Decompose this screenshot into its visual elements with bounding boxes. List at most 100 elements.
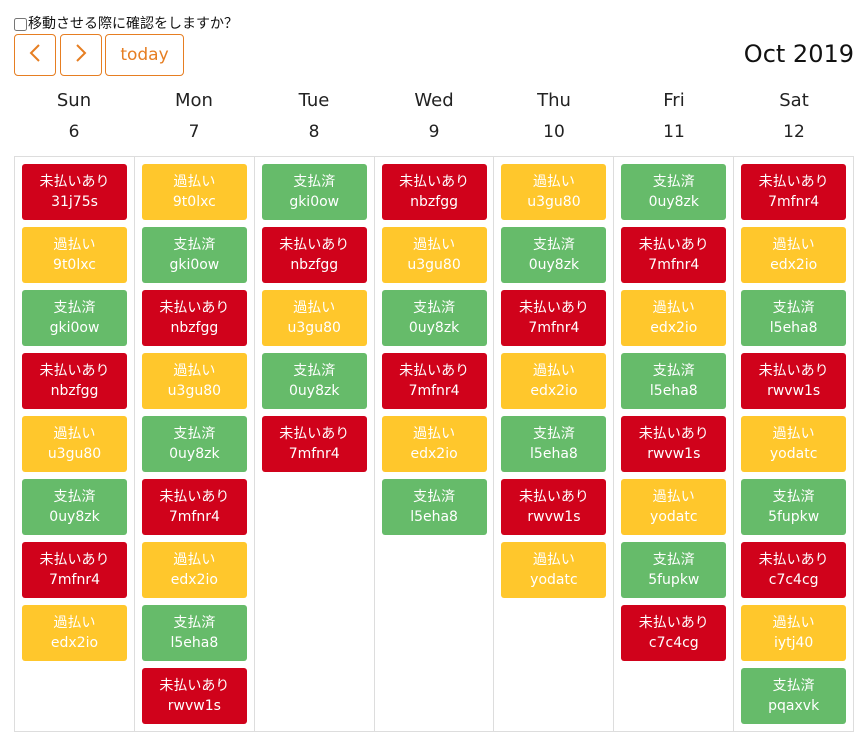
- calendar-event[interactable]: 未払いあり 7mfnr4: [381, 353, 487, 409]
- calendar-event[interactable]: 支払済 gki0ow: [141, 227, 247, 283]
- event-status: 未払いあり: [518, 489, 589, 505]
- day-column[interactable]: 未払いあり 31j75s 過払い 9t0lxc 支払済 gki0ow 未払いあり nbzfgg…: [15, 157, 135, 731]
- calendar-title: Oct 2019: [743, 40, 854, 68]
- day-of-week-label: Thu: [537, 90, 571, 111]
- calendar-event[interactable]: 過払い u3gu80: [141, 353, 247, 409]
- day-column[interactable]: 支払済 gki0ow 未払いあり nbzfgg 過払い u3gu80 支払済 0uy8zk 未払…: [255, 157, 375, 731]
- calendar-event[interactable]: 支払済 l5eha8: [381, 479, 487, 535]
- event-status: 過払い: [53, 615, 96, 631]
- event-status: 未払いあり: [518, 300, 589, 316]
- event-status: 過払い: [532, 552, 575, 568]
- calendar-event[interactable]: 過払い u3gu80: [381, 227, 487, 283]
- event-id: nbzfgg: [170, 320, 219, 336]
- event-id: edx2io: [650, 320, 698, 336]
- day-column[interactable]: 過払い u3gu80 支払済 0uy8zk 未払いあり 7mfnr4 過払い edx2io 支払…: [494, 157, 615, 731]
- event-id: 0uy8zk: [289, 383, 340, 399]
- event-status: 未払いあり: [399, 174, 470, 190]
- calendar-event[interactable]: 未払いあり rwvw1s: [621, 416, 727, 472]
- calendar-event[interactable]: 過払い edx2io: [621, 290, 727, 346]
- calendar-event[interactable]: 支払済 0uy8zk: [501, 227, 607, 283]
- event-status: 支払済: [293, 363, 336, 379]
- day-column[interactable]: 過払い 9t0lxc 支払済 gki0ow 未払いあり nbzfgg 過払い u3gu80 支払…: [135, 157, 255, 731]
- calendar-event[interactable]: 過払い edx2io: [141, 542, 247, 598]
- event-id: gki0ow: [49, 320, 100, 336]
- calendar-event[interactable]: 過払い u3gu80: [261, 290, 367, 346]
- event-status: 過払い: [173, 174, 216, 190]
- calendar-event[interactable]: 未払いあり 7mfnr4: [22, 542, 127, 598]
- calendar-event[interactable]: 支払済 l5eha8: [741, 290, 847, 346]
- event-id: l5eha8: [410, 509, 458, 525]
- calendar-event[interactable]: 未払いあり rwvw1s: [741, 353, 847, 409]
- day-column[interactable]: 未払いあり 7mfnr4 過払い edx2io 支払済 l5eha8 未払いあり rwvw1s…: [734, 157, 854, 731]
- calendar-event[interactable]: 過払い yodatc: [741, 416, 847, 472]
- event-id: edx2io: [50, 635, 99, 651]
- day-header: Tue 8: [254, 86, 374, 146]
- day-column[interactable]: 支払済 0uy8zk 未払いあり 7mfnr4 過払い edx2io 支払済 l5eha8 未払…: [614, 157, 735, 731]
- day-column[interactable]: 未払いあり nbzfgg 過払い u3gu80 支払済 0uy8zk 未払いあり 7mfnr4…: [375, 157, 495, 731]
- event-status: 過払い: [532, 363, 575, 379]
- event-id: c7c4cg: [768, 572, 819, 588]
- calendar-event[interactable]: 未払いあり 7mfnr4: [621, 227, 727, 283]
- calendar-event[interactable]: 支払済 pqaxvk: [741, 668, 847, 724]
- calendar-event[interactable]: 過払い 9t0lxc: [22, 227, 127, 283]
- confirm-move-option[interactable]: 移動させる際に確認をしますか？: [14, 14, 238, 34]
- calendar-event[interactable]: 支払済 gki0ow: [22, 290, 127, 346]
- calendar-event[interactable]: 未払いあり nbzfgg: [22, 353, 127, 409]
- event-status: 未払いあり: [159, 489, 230, 505]
- day-of-week-label: Sun: [56, 90, 92, 111]
- calendar-event[interactable]: 支払済 5fupkw: [621, 542, 727, 598]
- calendar-event[interactable]: 未払いあり rwvw1s: [501, 479, 607, 535]
- calendar-event[interactable]: 過払い yodatc: [501, 542, 607, 598]
- event-status: 支払済: [173, 426, 216, 442]
- calendar-event[interactable]: 未払いあり 7mfnr4: [501, 290, 607, 346]
- calendar-event[interactable]: 支払済 0uy8zk: [22, 479, 127, 535]
- event-id: l5eha8: [649, 383, 698, 399]
- event-id: l5eha8: [170, 635, 219, 651]
- calendar-event[interactable]: 未払いあり nbzfgg: [381, 164, 487, 220]
- calendar-event[interactable]: 過払い u3gu80: [22, 416, 127, 472]
- calendar-event[interactable]: 未払いあり 7mfnr4: [141, 479, 247, 535]
- calendar-event[interactable]: 未払いあり 7mfnr4: [261, 416, 367, 472]
- calendar-event[interactable]: 支払済 0uy8zk: [261, 353, 367, 409]
- event-id: edx2io: [530, 383, 578, 399]
- calendar-event[interactable]: 過払い iytj40: [741, 605, 847, 661]
- calendar-event[interactable]: 支払済 l5eha8: [621, 353, 727, 409]
- event-id: 0uy8zk: [408, 320, 460, 336]
- calendar-event[interactable]: 支払済 l5eha8: [501, 416, 607, 472]
- calendar-event[interactable]: 支払済 0uy8zk: [381, 290, 487, 346]
- prev-week-button[interactable]: [14, 34, 56, 76]
- event-id: u3gu80: [47, 446, 102, 462]
- event-status: 支払済: [652, 363, 695, 379]
- calendar-event[interactable]: 未払いあり nbzfgg: [141, 290, 247, 346]
- day-header: Mon 7: [134, 86, 254, 146]
- calendar-event[interactable]: 過払い 9t0lxc: [141, 164, 247, 220]
- next-week-button[interactable]: [60, 34, 102, 76]
- event-status: 支払済: [173, 615, 216, 631]
- calendar-event[interactable]: 過払い edx2io: [22, 605, 127, 661]
- calendar-event[interactable]: 支払済 0uy8zk: [141, 416, 247, 472]
- calendar-event[interactable]: 過払い u3gu80: [501, 164, 607, 220]
- calendar-event[interactable]: 支払済 0uy8zk: [621, 164, 727, 220]
- confirm-move-checkbox[interactable]: [14, 17, 27, 31]
- event-status: 過払い: [53, 426, 96, 442]
- calendar-event[interactable]: 未払いあり 7mfnr4: [741, 164, 847, 220]
- calendar-event[interactable]: 支払済 gki0ow: [261, 164, 367, 220]
- today-button[interactable]: today: [105, 34, 184, 76]
- day-of-week-label: Tue: [298, 90, 330, 111]
- day-header: Wed 9: [374, 86, 494, 146]
- day-header: Fri 11: [614, 86, 734, 146]
- calendar-event[interactable]: 過払い edx2io: [381, 416, 487, 472]
- calendar-event[interactable]: 支払済 5fupkw: [741, 479, 847, 535]
- event-status: 過払い: [173, 552, 216, 568]
- calendar-event[interactable]: 未払いあり nbzfgg: [261, 227, 367, 283]
- event-id: 7mfnr4: [168, 509, 220, 525]
- event-id: l5eha8: [530, 446, 578, 462]
- calendar-event[interactable]: 過払い edx2io: [741, 227, 847, 283]
- calendar-event[interactable]: 未払いあり 31j75s: [22, 164, 127, 220]
- calendar-event[interactable]: 未払いあり c7c4cg: [741, 542, 847, 598]
- calendar-event[interactable]: 過払い yodatc: [621, 479, 727, 535]
- calendar-event[interactable]: 未払いあり rwvw1s: [141, 668, 247, 724]
- calendar-event[interactable]: 支払済 l5eha8: [141, 605, 247, 661]
- calendar-event[interactable]: 過払い edx2io: [501, 353, 607, 409]
- calendar-event[interactable]: 未払いあり c7c4cg: [621, 605, 727, 661]
